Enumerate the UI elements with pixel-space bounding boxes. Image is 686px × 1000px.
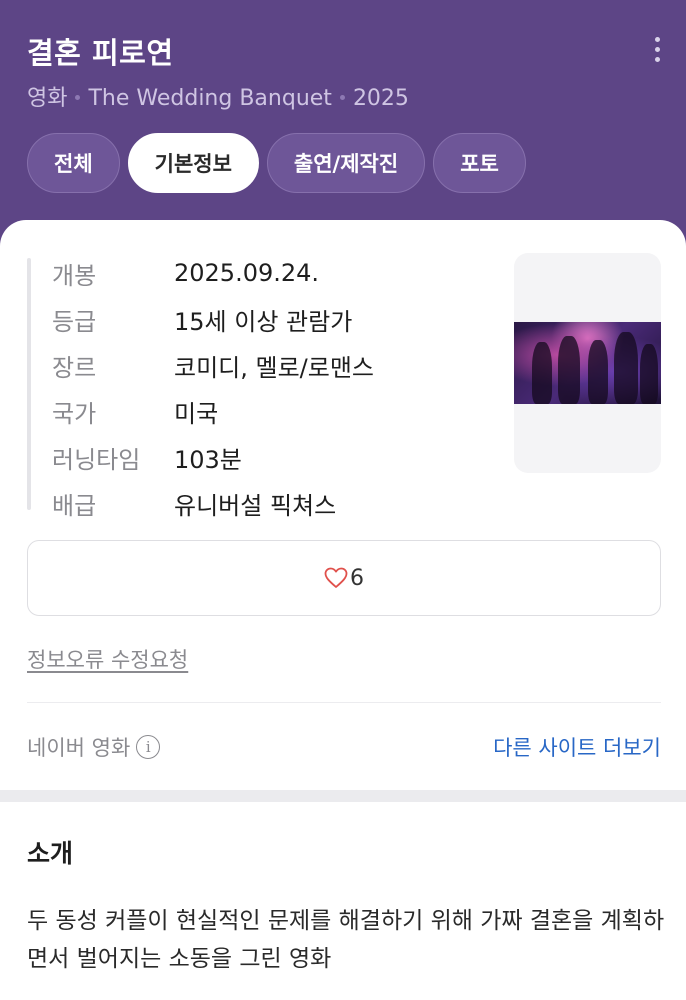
info-value: 코미디, 멜로/로맨스 xyxy=(174,353,374,382)
page-title: 결혼 피로연 xyxy=(27,36,174,70)
tab-basic-info[interactable]: 기본정보 xyxy=(127,133,259,193)
category-label: 영화 xyxy=(27,86,68,111)
like-count: 6 xyxy=(350,565,364,591)
info-label: 배급 xyxy=(52,491,97,520)
report-error-link[interactable]: 정보오류 수정요청 xyxy=(27,644,188,674)
info-circle-icon[interactable]: i xyxy=(136,735,161,759)
info-label: 국가 xyxy=(52,399,97,428)
subtitle: 영화 The Wedding Banquet 2025 xyxy=(27,80,409,112)
more-vertical-icon[interactable] xyxy=(650,36,666,64)
tab-photos[interactable]: 포토 xyxy=(433,133,526,193)
info-row-country: 국가 미국 xyxy=(52,388,374,434)
info-label: 개봉 xyxy=(52,261,97,290)
info-label: 러닝타임 xyxy=(52,445,141,474)
like-button[interactable]: 6 xyxy=(27,540,661,616)
info-list: 개봉 2025.09.24. 등급 15세 이상 관람가 장르 코미디, 멜로/… xyxy=(52,250,374,526)
info-value: 103분 xyxy=(174,445,242,474)
section-title: 소개 xyxy=(27,839,74,868)
info-label: 등급 xyxy=(52,307,97,336)
info-value: 15세 이상 관람가 xyxy=(174,307,353,336)
source-info: 네이버 영화 i xyxy=(27,732,161,762)
info-row-rating: 등급 15세 이상 관람가 xyxy=(52,296,374,342)
intro-section: 소개 두 동성 커플이 현실적인 문제를 해결하기 위해 가짜 결혼을 계획하면… xyxy=(0,802,686,1000)
info-row-distributor: 배급 유니버설 픽쳐스 xyxy=(52,480,374,526)
source-label: 네이버 영화 xyxy=(27,736,131,760)
tab-bar: 전체 기본정보 출연/제작진 포토 xyxy=(27,133,526,193)
info-value: 미국 xyxy=(174,399,219,428)
release-year: 2025 xyxy=(352,86,409,111)
heart-outline-icon xyxy=(324,567,348,588)
info-label: 장르 xyxy=(52,353,97,382)
info-row-runtime: 러닝타임 103분 xyxy=(52,434,374,480)
poster-thumbnail[interactable] xyxy=(514,253,661,473)
info-row-release: 개봉 2025.09.24. xyxy=(52,250,374,296)
tab-all[interactable]: 전체 xyxy=(27,133,120,193)
intro-description: 두 동성 커플이 현실적인 문제를 해결하기 위해 가짜 결혼을 계획하면서 벌… xyxy=(27,908,665,972)
more-sites-link[interactable]: 다른 사이트 더보기 xyxy=(493,732,661,762)
poster-image xyxy=(514,322,661,404)
tab-cast-crew[interactable]: 출연/제작진 xyxy=(266,133,426,193)
info-value: 2025.09.24. xyxy=(174,259,320,287)
original-title: The Wedding Banquet xyxy=(88,86,332,111)
separator-dot xyxy=(75,94,81,100)
info-accent-bar xyxy=(27,258,31,510)
divider xyxy=(27,702,661,703)
info-value: 유니버설 픽쳐스 xyxy=(174,491,337,520)
info-card: 개봉 2025.09.24. 등급 15세 이상 관람가 장르 코미디, 멜로/… xyxy=(0,220,686,790)
info-row-genre: 장르 코미디, 멜로/로맨스 xyxy=(52,342,374,388)
separator-dot xyxy=(339,94,345,100)
